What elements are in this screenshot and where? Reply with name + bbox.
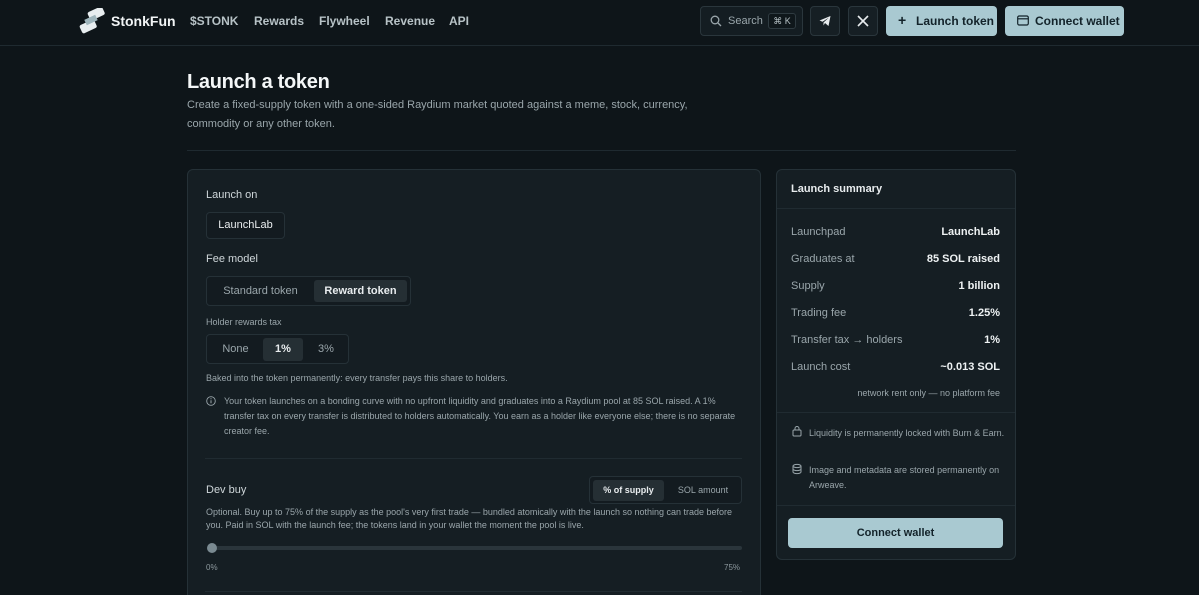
feature-liquidity-locked: Liquidity is permanently locked with Bur…: [809, 428, 1005, 438]
holder-tax-3pct[interactable]: 3%: [306, 338, 346, 361]
summary-value-launchpad: LaunchLab: [941, 226, 1000, 238]
nav-rewards[interactable]: Rewards: [254, 14, 304, 28]
summary-key-launch-cost: Launch cost: [791, 361, 851, 373]
page-title: Launch a token: [187, 71, 330, 93]
slider-min-label: 0%: [206, 563, 218, 572]
form-divider-bottom: [205, 591, 742, 592]
search-icon: [710, 15, 722, 27]
nav-stonk[interactable]: $STONK: [190, 14, 238, 28]
summary-divider-3: [777, 505, 1015, 506]
dev-buy-note: Optional. Buy up to 75% of the supply as…: [206, 507, 733, 530]
search-label: Search: [728, 15, 763, 27]
dev-buy-mode-sol[interactable]: SOL amount: [667, 480, 739, 501]
holder-tax-none[interactable]: None: [211, 338, 260, 361]
bonding-curve-info: Your token launches on a bonding curve w…: [224, 396, 736, 436]
dev-buy-mode-percent[interactable]: % of supply: [593, 480, 664, 501]
dev-buy-label: Dev buy: [206, 484, 247, 496]
connect-wallet-button[interactable]: Connect wallet: [1005, 6, 1124, 36]
stonkfun-logo-icon[interactable]: [79, 8, 105, 34]
summary-value-supply: 1 billion: [958, 280, 1000, 292]
fee-model-label: Fee model: [206, 253, 258, 265]
holder-tax-label: Holder rewards tax: [206, 317, 282, 327]
plus-icon: +: [898, 12, 907, 28]
feature-arweave-storage: Image and metadata are stored permanentl…: [809, 465, 1000, 490]
search-button[interactable]: Search ⌘ K: [700, 6, 803, 36]
summary-key-trading-fee: Trading fee: [791, 307, 847, 319]
launch-token-button[interactable]: + Launch token: [886, 6, 997, 36]
launchpad-option-launchlab[interactable]: LaunchLab: [208, 214, 283, 237]
connect-wallet-label: Connect wallet: [1035, 14, 1120, 28]
x-icon: [857, 15, 869, 27]
summary-value-transfer-tax: 1%: [984, 334, 1000, 346]
launch-token-label: Launch token: [916, 14, 995, 28]
holder-tax-toggle: None 1% 3%: [206, 334, 349, 364]
dev-buy-slider-track[interactable]: [212, 546, 742, 550]
nav-api[interactable]: API: [449, 14, 469, 28]
rent-note: network rent only — no platform fee: [857, 388, 1000, 398]
x-twitter-button[interactable]: [848, 6, 878, 36]
fee-model-toggle: Standard token Reward token: [206, 276, 411, 306]
telegram-button[interactable]: [810, 6, 840, 36]
search-shortcut: ⌘ K: [768, 13, 796, 29]
database-icon: [792, 463, 802, 475]
summary-key-graduates: Graduates at: [791, 253, 855, 265]
summary-value-graduates: 85 SOL raised: [926, 253, 1000, 265]
page-subtitle: Create a fixed-supply token with a one-s…: [187, 99, 688, 130]
wallet-icon: [1017, 15, 1029, 26]
slider-max-label: 75%: [724, 563, 741, 572]
nav-flywheel[interactable]: Flywheel: [319, 14, 370, 28]
summary-key-transfer-tax: Transfer tax → holders: [791, 334, 903, 346]
summary-value-launch-cost: ~0.013 SOL: [940, 361, 1000, 373]
fee-model-reward[interactable]: Reward token: [314, 280, 407, 302]
summary-value-trading-fee: 1.25%: [968, 307, 1000, 319]
info-icon: [206, 396, 216, 406]
telegram-icon: [819, 16, 831, 26]
summary-key-supply: Supply: [791, 280, 825, 292]
launch-on-label: Launch on: [206, 189, 258, 201]
summary-connect-wallet-button[interactable]: Connect wallet: [788, 518, 1003, 548]
dev-buy-slider-thumb[interactable]: [207, 543, 217, 553]
lock-icon: [792, 426, 802, 437]
holder-tax-1pct[interactable]: 1%: [263, 338, 303, 361]
brand-name[interactable]: StonkFun: [111, 13, 176, 29]
summary-divider-2: [777, 412, 1015, 413]
dev-buy-mode-toggle: % of supply SOL amount: [589, 476, 742, 504]
summary-key-launchpad: Launchpad: [791, 226, 846, 238]
launch-summary-title: Launch summary: [791, 183, 883, 195]
tax-note: Baked into the token permanently: every …: [206, 373, 508, 383]
launchpad-selector[interactable]: LaunchLab: [206, 212, 285, 239]
summary-divider: [777, 208, 1015, 209]
section-divider: [187, 150, 1016, 151]
form-divider: [205, 458, 742, 459]
fee-model-standard[interactable]: Standard token: [211, 280, 310, 302]
nav-revenue[interactable]: Revenue: [385, 14, 435, 28]
